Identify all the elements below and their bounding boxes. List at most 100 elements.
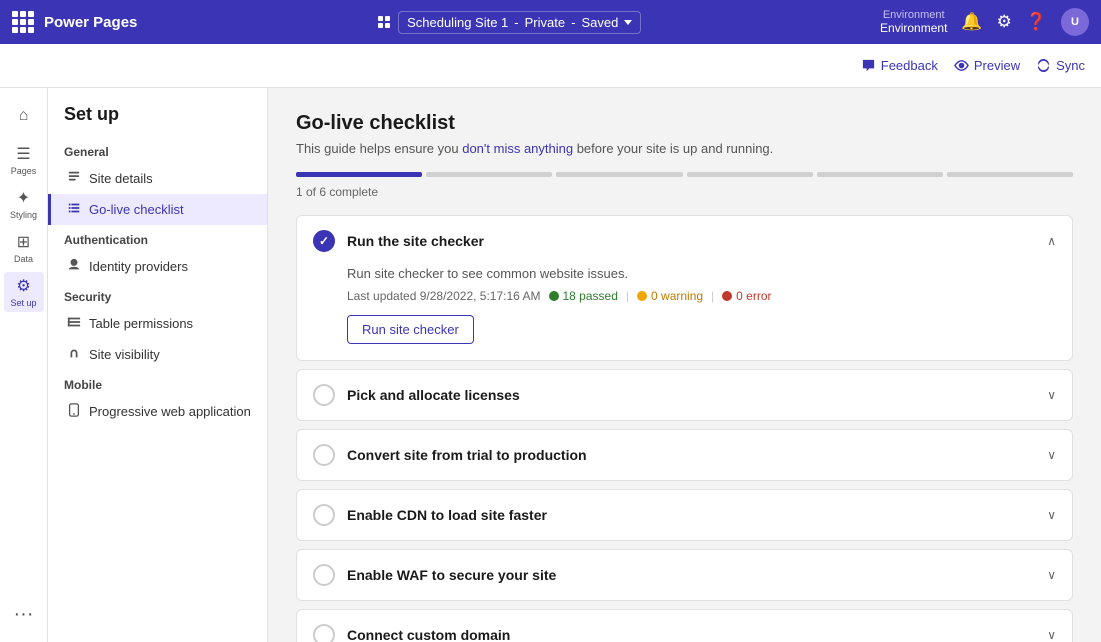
iconbar-styling[interactable]: ✦ Styling: [4, 184, 44, 224]
error-count: 0 error: [722, 289, 771, 303]
progress-seg-3: [556, 172, 682, 177]
check-circle-empty-5: [313, 564, 335, 586]
site-visibility-label: Site visibility: [89, 347, 160, 362]
environment-block: Environment Environment: [880, 10, 947, 35]
pages-icon: ☰: [16, 144, 30, 164]
chevron-down-icon-3: ∨: [1047, 448, 1056, 462]
app-title: Power Pages: [44, 14, 137, 31]
preview-button[interactable]: Preview: [954, 58, 1020, 73]
custom-domain-label: Connect custom domain: [347, 627, 1035, 642]
iconbar-data[interactable]: ⊞ Data: [4, 228, 44, 268]
chevron-down-icon-2: ∨: [1047, 388, 1056, 402]
sidebar-item-go-live-checklist[interactable]: Go-live checklist: [48, 194, 267, 225]
topbar-right: Environment Environment 🔔 ⚙ ❓ U: [880, 8, 1089, 36]
content-area: Go-live checklist This guide helps ensur…: [268, 88, 1101, 642]
site-dropdown[interactable]: Scheduling Site 1 - Private - Saved: [398, 11, 641, 34]
setup-icon: ⚙: [16, 276, 30, 296]
setup-label: Set up: [10, 298, 36, 308]
env-name: Environment: [880, 21, 947, 35]
progress-bar: [296, 172, 1073, 177]
progress-seg-1: [296, 172, 422, 177]
checklist-header-enable-cdn[interactable]: Enable CDN to load site faster ∨: [297, 490, 1072, 540]
page-title: Go-live checklist: [296, 112, 1073, 135]
topbar-center: Scheduling Site 1 - Private - Saved: [147, 11, 870, 34]
pwa-label: Progressive web application: [89, 404, 251, 419]
identity-label: Identity providers: [89, 259, 188, 274]
checklist-item-run-site-checker: Run the site checker ∧ Run site checker …: [296, 215, 1073, 361]
sidebar-item-pwa[interactable]: Progressive web application: [48, 396, 267, 427]
warning-count: 0 warning: [637, 289, 703, 303]
checklist-header-convert-site[interactable]: Convert site from trial to production ∨: [297, 430, 1072, 480]
feedback-icon: [861, 58, 876, 73]
progress-label: 1 of 6 complete: [296, 185, 1073, 199]
data-label: Data: [14, 254, 33, 264]
progress-seg-2: [426, 172, 552, 177]
secondbar: Feedback Preview Sync: [0, 44, 1101, 88]
site-status: Private: [525, 15, 565, 30]
iconbar-home[interactable]: ⌂: [4, 96, 44, 136]
subtitle-link[interactable]: don't miss anything: [462, 141, 573, 156]
env-label: Environment: [880, 10, 947, 21]
warning-dot: [637, 291, 647, 301]
data-icon: ⊞: [17, 232, 30, 252]
feedback-label: Feedback: [881, 58, 938, 73]
checklist-header-run-site-checker[interactable]: Run the site checker ∧: [297, 216, 1072, 266]
convert-site-label: Convert site from trial to production: [347, 447, 1035, 463]
sidebar-section-general: General: [48, 137, 267, 163]
feedback-button[interactable]: Feedback: [861, 58, 938, 73]
sidebar-item-identity-providers[interactable]: Identity providers: [48, 251, 267, 282]
waffle-icon[interactable]: [12, 11, 34, 33]
sidebar-item-site-visibility[interactable]: Site visibility: [48, 339, 267, 370]
sidebar-section-authentication: Authentication: [48, 225, 267, 251]
check-circle-done: [313, 230, 335, 252]
checklist-item-enable-waf: Enable WAF to secure your site ∨: [296, 549, 1073, 601]
pwa-icon: [67, 403, 81, 420]
chevron-up-icon: ∧: [1047, 234, 1056, 248]
sidebar-item-site-details[interactable]: Site details: [48, 163, 267, 194]
progress-seg-4: [687, 172, 813, 177]
run-site-checker-expanded: Run site checker to see common website i…: [297, 266, 1072, 360]
checklist-header-enable-waf[interactable]: Enable WAF to secure your site ∨: [297, 550, 1072, 600]
table-permissions-label: Table permissions: [89, 316, 193, 331]
checklist-item-custom-domain: Connect custom domain ∨: [296, 609, 1073, 642]
preview-label: Preview: [974, 58, 1020, 73]
site-status-sep: -: [514, 15, 518, 30]
site-details-label: Site details: [89, 171, 153, 186]
check-circle-empty-3: [313, 444, 335, 466]
topbar: Power Pages Scheduling Site 1 - Private …: [0, 0, 1101, 44]
more-icon: ···: [14, 604, 34, 624]
secondbar-right: Feedback Preview Sync: [861, 58, 1085, 73]
enable-waf-label: Enable WAF to secure your site: [347, 567, 1035, 583]
iconbar-setup[interactable]: ⚙ Set up: [4, 272, 44, 312]
passed-count: 18 passed: [549, 289, 618, 303]
site-icon: [376, 14, 392, 30]
sync-button[interactable]: Sync: [1036, 58, 1085, 73]
site-saved-sep: -: [571, 15, 575, 30]
run-site-checker-button[interactable]: Run site checker: [347, 315, 474, 344]
checklist-header-pick-licenses[interactable]: Pick and allocate licenses ∨: [297, 370, 1072, 420]
main-layout: ⌂ ☰ Pages ✦ Styling ⊞ Data ⚙ Set up ··· …: [0, 88, 1101, 642]
sidebar-item-table-permissions[interactable]: Table permissions: [48, 308, 267, 339]
sync-icon: [1036, 58, 1051, 73]
enable-cdn-label: Enable CDN to load site faster: [347, 507, 1035, 523]
help-icon[interactable]: ❓: [1026, 12, 1047, 32]
checklist-header-custom-domain[interactable]: Connect custom domain ∨: [297, 610, 1072, 642]
chevron-down-icon-4: ∨: [1047, 508, 1056, 522]
site-saved: Saved: [581, 15, 618, 30]
table-permissions-icon: [67, 315, 81, 332]
gear-icon[interactable]: ⚙: [997, 12, 1012, 32]
avatar[interactable]: U: [1061, 8, 1089, 36]
sidebar-section-security: Security: [48, 282, 267, 308]
topbar-left: Power Pages: [12, 11, 137, 33]
sidebar: Set up General Site details Go-live chec…: [48, 88, 268, 642]
chevron-down-icon-5: ∨: [1047, 568, 1056, 582]
iconbar-more[interactable]: ···: [4, 594, 44, 634]
visibility-icon: [67, 346, 81, 363]
pages-label: Pages: [11, 166, 37, 176]
checklist-item-pick-licenses: Pick and allocate licenses ∨: [296, 369, 1073, 421]
site-name: Scheduling Site 1: [407, 15, 508, 30]
home-icon: ⌂: [19, 107, 29, 125]
iconbar-pages[interactable]: ☰ Pages: [4, 140, 44, 180]
sync-label: Sync: [1056, 58, 1085, 73]
bell-icon[interactable]: 🔔: [961, 12, 982, 32]
